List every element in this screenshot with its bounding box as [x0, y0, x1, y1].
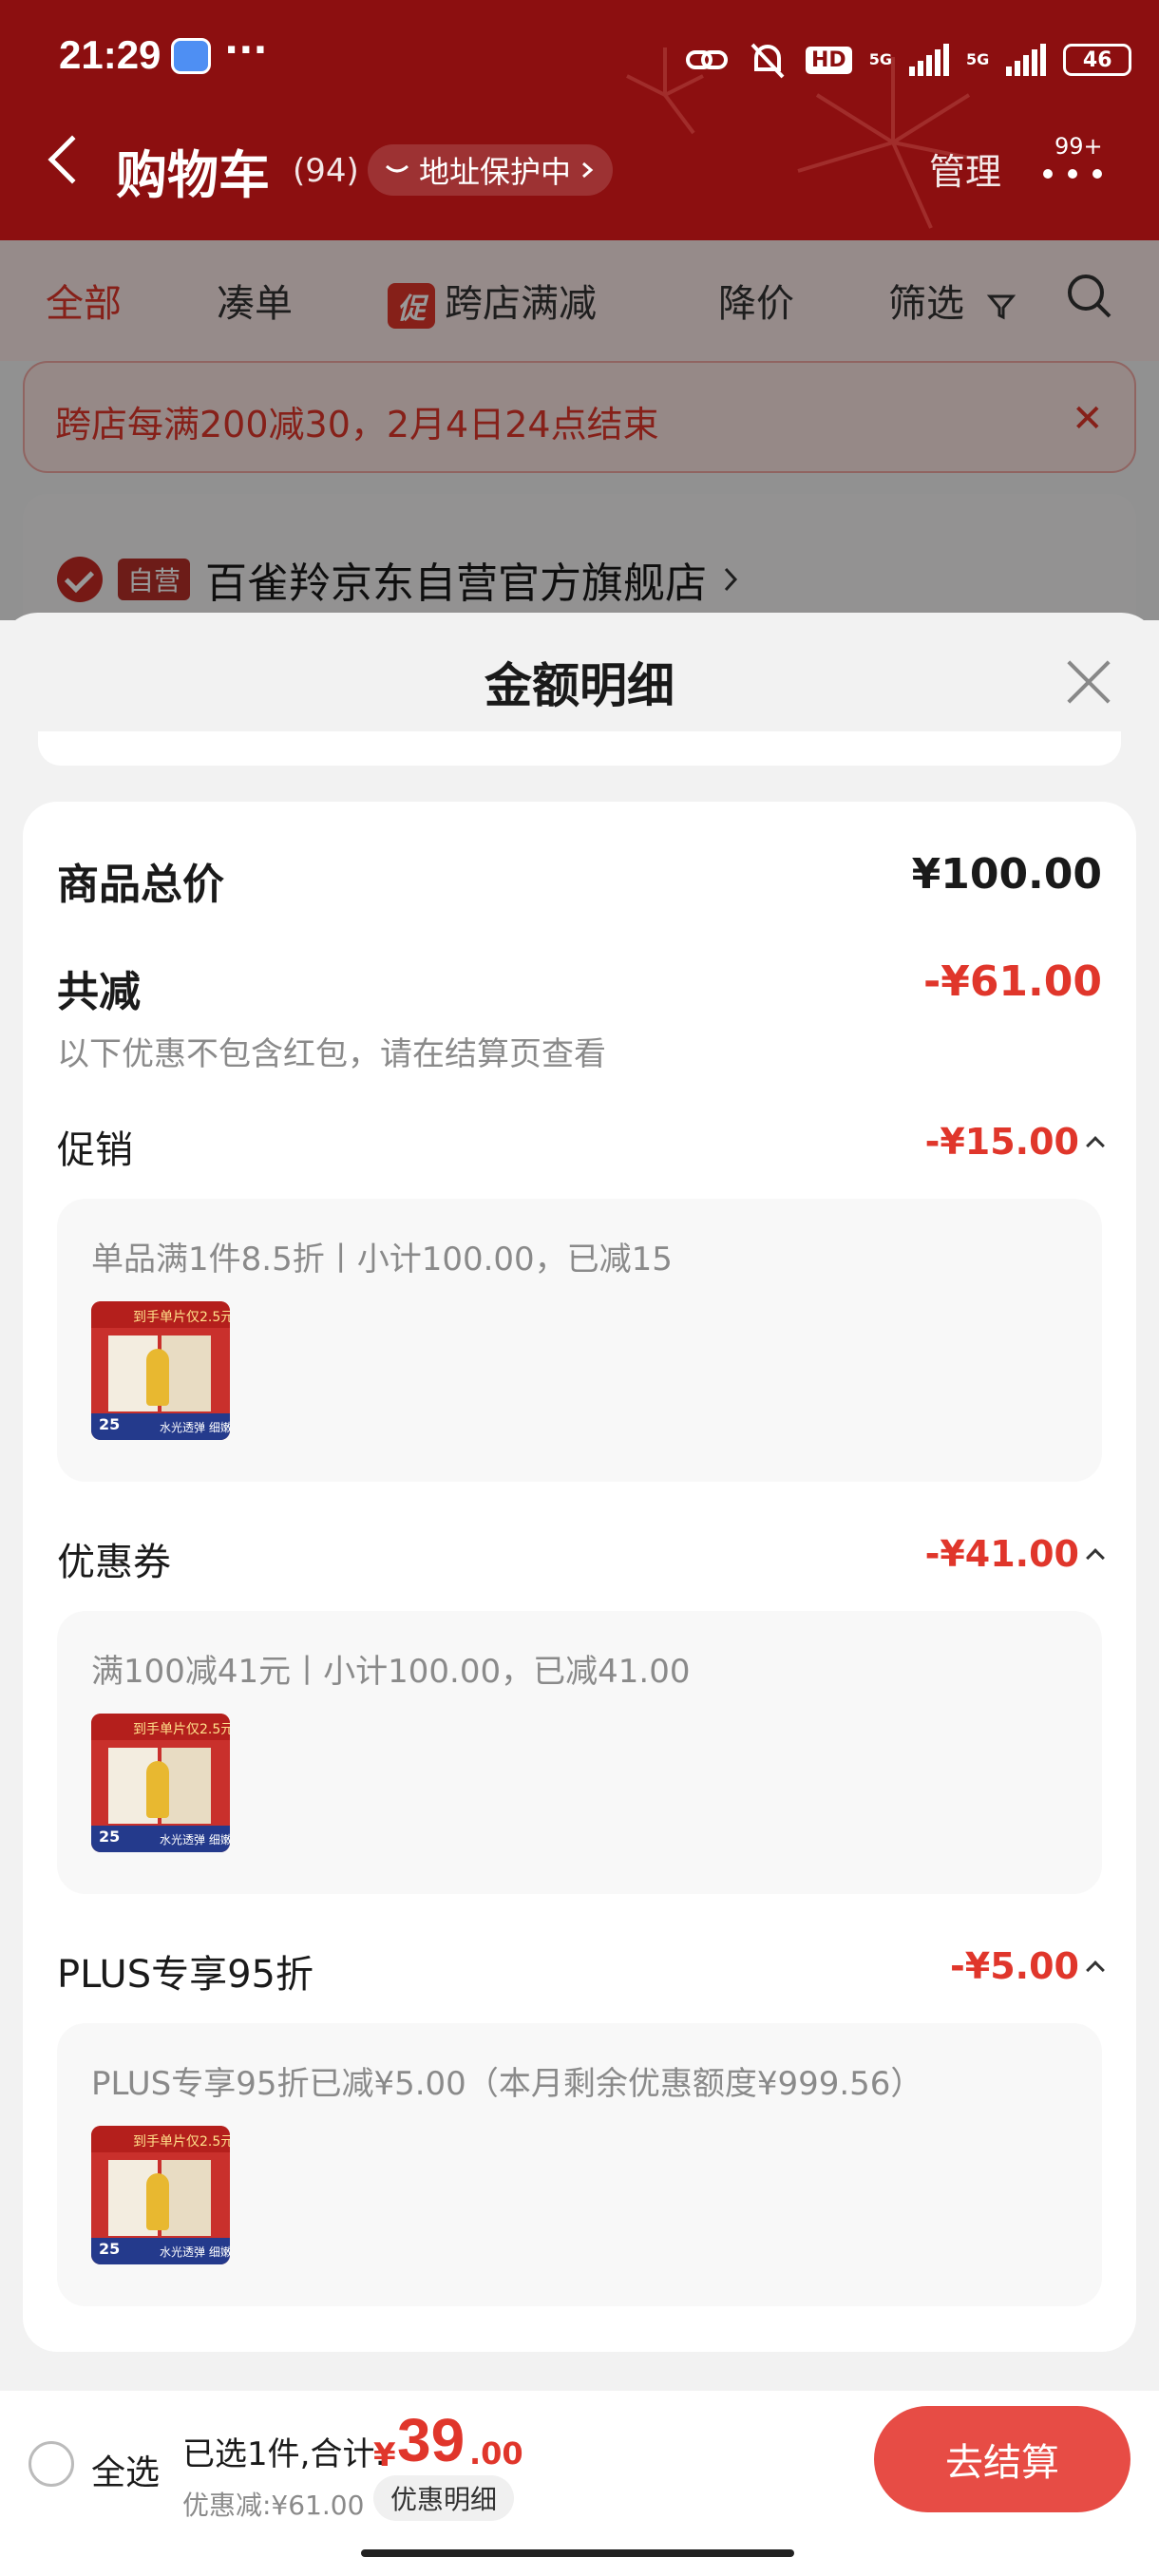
chevron-right-icon	[582, 161, 594, 179]
notification-app-icon	[171, 38, 211, 74]
thumb-number: 25	[99, 1415, 121, 1433]
thumb-bottom-text: 水光透弹 细嫩焕颜	[160, 2245, 230, 2259]
chevron-up-icon	[1086, 1548, 1105, 1567]
chevron-up-icon	[1086, 1960, 1105, 1979]
section-amount: -¥15.00	[924, 1121, 1079, 1163]
manage-button[interactable]: 管理	[929, 142, 1001, 195]
section-toggle-coupon[interactable]: -¥41.00	[817, 1533, 1105, 1575]
page-title: 购物车	[116, 145, 270, 205]
checkout-button[interactable]: 去结算	[874, 2406, 1130, 2512]
close-icon[interactable]	[1064, 657, 1113, 707]
hd-icon: HD	[806, 46, 852, 74]
section-label-promotion: 促销	[57, 1128, 133, 1172]
section-toggle-plus[interactable]: -¥5.00	[817, 1945, 1105, 1987]
message-badge: 99+	[1054, 133, 1103, 160]
thumb-banner-text: 到手单片仅2.5元	[133, 1310, 230, 1325]
promotion-desc: 单品满1件8.5折丨小计100.00，已减15	[91, 1241, 673, 1279]
plus-detail-box: PLUS专享95折已减¥5.00（本月剩余优惠额度¥999.56） 到手单片仅2…	[57, 2023, 1102, 2306]
home-indicator[interactable]	[361, 2549, 794, 2557]
select-all-radio[interactable]	[28, 2441, 74, 2487]
currency-symbol: ¥	[373, 2436, 396, 2474]
select-all-label[interactable]: 全选	[91, 2445, 160, 2494]
section-label-coupon: 优惠券	[57, 1541, 171, 1584]
more-dot-icon	[1092, 169, 1102, 179]
section-label-plus: PLUS专享95折	[57, 1953, 314, 1997]
section-amount: -¥5.00	[950, 1945, 1079, 1987]
more-menu-button[interactable]: 99+	[1036, 133, 1112, 190]
thumb-banner-text: 到手单片仅2.5元	[133, 1722, 230, 1737]
signal-icon-2	[1006, 44, 1047, 76]
battery-icon: 46	[1063, 44, 1132, 76]
network-type-1: 5G	[868, 50, 892, 68]
sheet-peek-card	[38, 731, 1121, 766]
discount-summary: 优惠减:¥61.00	[182, 2490, 365, 2521]
thumb-figure	[146, 2173, 169, 2230]
thumb-banner-text: 到手单片仅2.5元	[133, 2134, 230, 2150]
total-price-label: 商品总价	[57, 861, 224, 909]
network-type-2: 5G	[965, 50, 990, 68]
thumb-figure	[146, 1349, 169, 1406]
closed-eye-icon	[385, 164, 409, 173]
thumb-number: 25	[99, 2240, 121, 2258]
discount-detail-button[interactable]: 优惠明细	[373, 2475, 515, 2521]
total-price-value: ¥100.00	[911, 850, 1102, 899]
more-dot-icon	[1068, 169, 1077, 179]
selected-summary: 已选1件,合计:	[182, 2435, 386, 2473]
product-thumbnail[interactable]: 到手单片仅2.5元 25 水光透弹 细嫩焕颜	[91, 1714, 230, 1852]
signal-icon-1	[908, 44, 949, 76]
status-bar: 21:29 ··· HD 5G 5G 46	[0, 0, 1159, 114]
promotion-detail-box: 单品满1件8.5折丨小计100.00，已减15 到手单片仅2.5元 25 水光透弹…	[57, 1199, 1102, 1482]
chevron-up-icon	[1086, 1136, 1105, 1155]
modal-scrim[interactable]	[0, 240, 1159, 620]
section-amount: -¥41.00	[924, 1533, 1079, 1575]
address-protection-label: 地址保护中	[419, 154, 572, 190]
link-icon	[686, 50, 728, 69]
sheet-title: 金额明细	[484, 658, 674, 713]
reduction-note: 以下优惠不包含红包，请在结算页查看	[57, 1035, 606, 1073]
section-toggle-promotion[interactable]: -¥15.00	[817, 1121, 1105, 1163]
total-amount-integer: 39	[397, 2406, 466, 2474]
thumb-number: 25	[99, 1828, 121, 1846]
thumb-figure	[146, 1761, 169, 1818]
total-reduction-value: -¥61.00	[922, 957, 1102, 1006]
mute-bell-icon	[750, 43, 785, 79]
cart-count: (94)	[293, 152, 359, 190]
plus-desc: PLUS专享95折已减¥5.00（本月剩余优惠额度¥999.56）	[91, 2065, 923, 2103]
coupon-detail-box: 满100减41元丨小计100.00，已减41.00 到手单片仅2.5元 25 水光…	[57, 1611, 1102, 1894]
total-reduction-label: 共减	[57, 968, 141, 1016]
address-protection-chip[interactable]: 地址保护中	[368, 144, 614, 196]
more-notifications-icon: ···	[224, 28, 268, 72]
clock: 21:29	[59, 32, 162, 77]
thumb-bottom-text: 水光透弹 细嫩焕颜	[160, 1833, 230, 1847]
status-icons: HD 5G 5G 46	[684, 36, 1132, 84]
product-thumbnail[interactable]: 到手单片仅2.5元 25 水光透弹 细嫩焕颜	[91, 1301, 230, 1440]
product-thumbnail[interactable]: 到手单片仅2.5元 25 水光透弹 细嫩焕颜	[91, 2126, 230, 2264]
coupon-desc: 满100减41元丨小计100.00，已减41.00	[91, 1653, 691, 1691]
total-amount-decimal: .00	[469, 2435, 523, 2472]
more-dot-icon	[1043, 169, 1053, 179]
battery-level: 46	[1082, 47, 1112, 72]
thumb-bottom-text: 水光透弹 细嫩焕颜	[160, 1421, 230, 1434]
